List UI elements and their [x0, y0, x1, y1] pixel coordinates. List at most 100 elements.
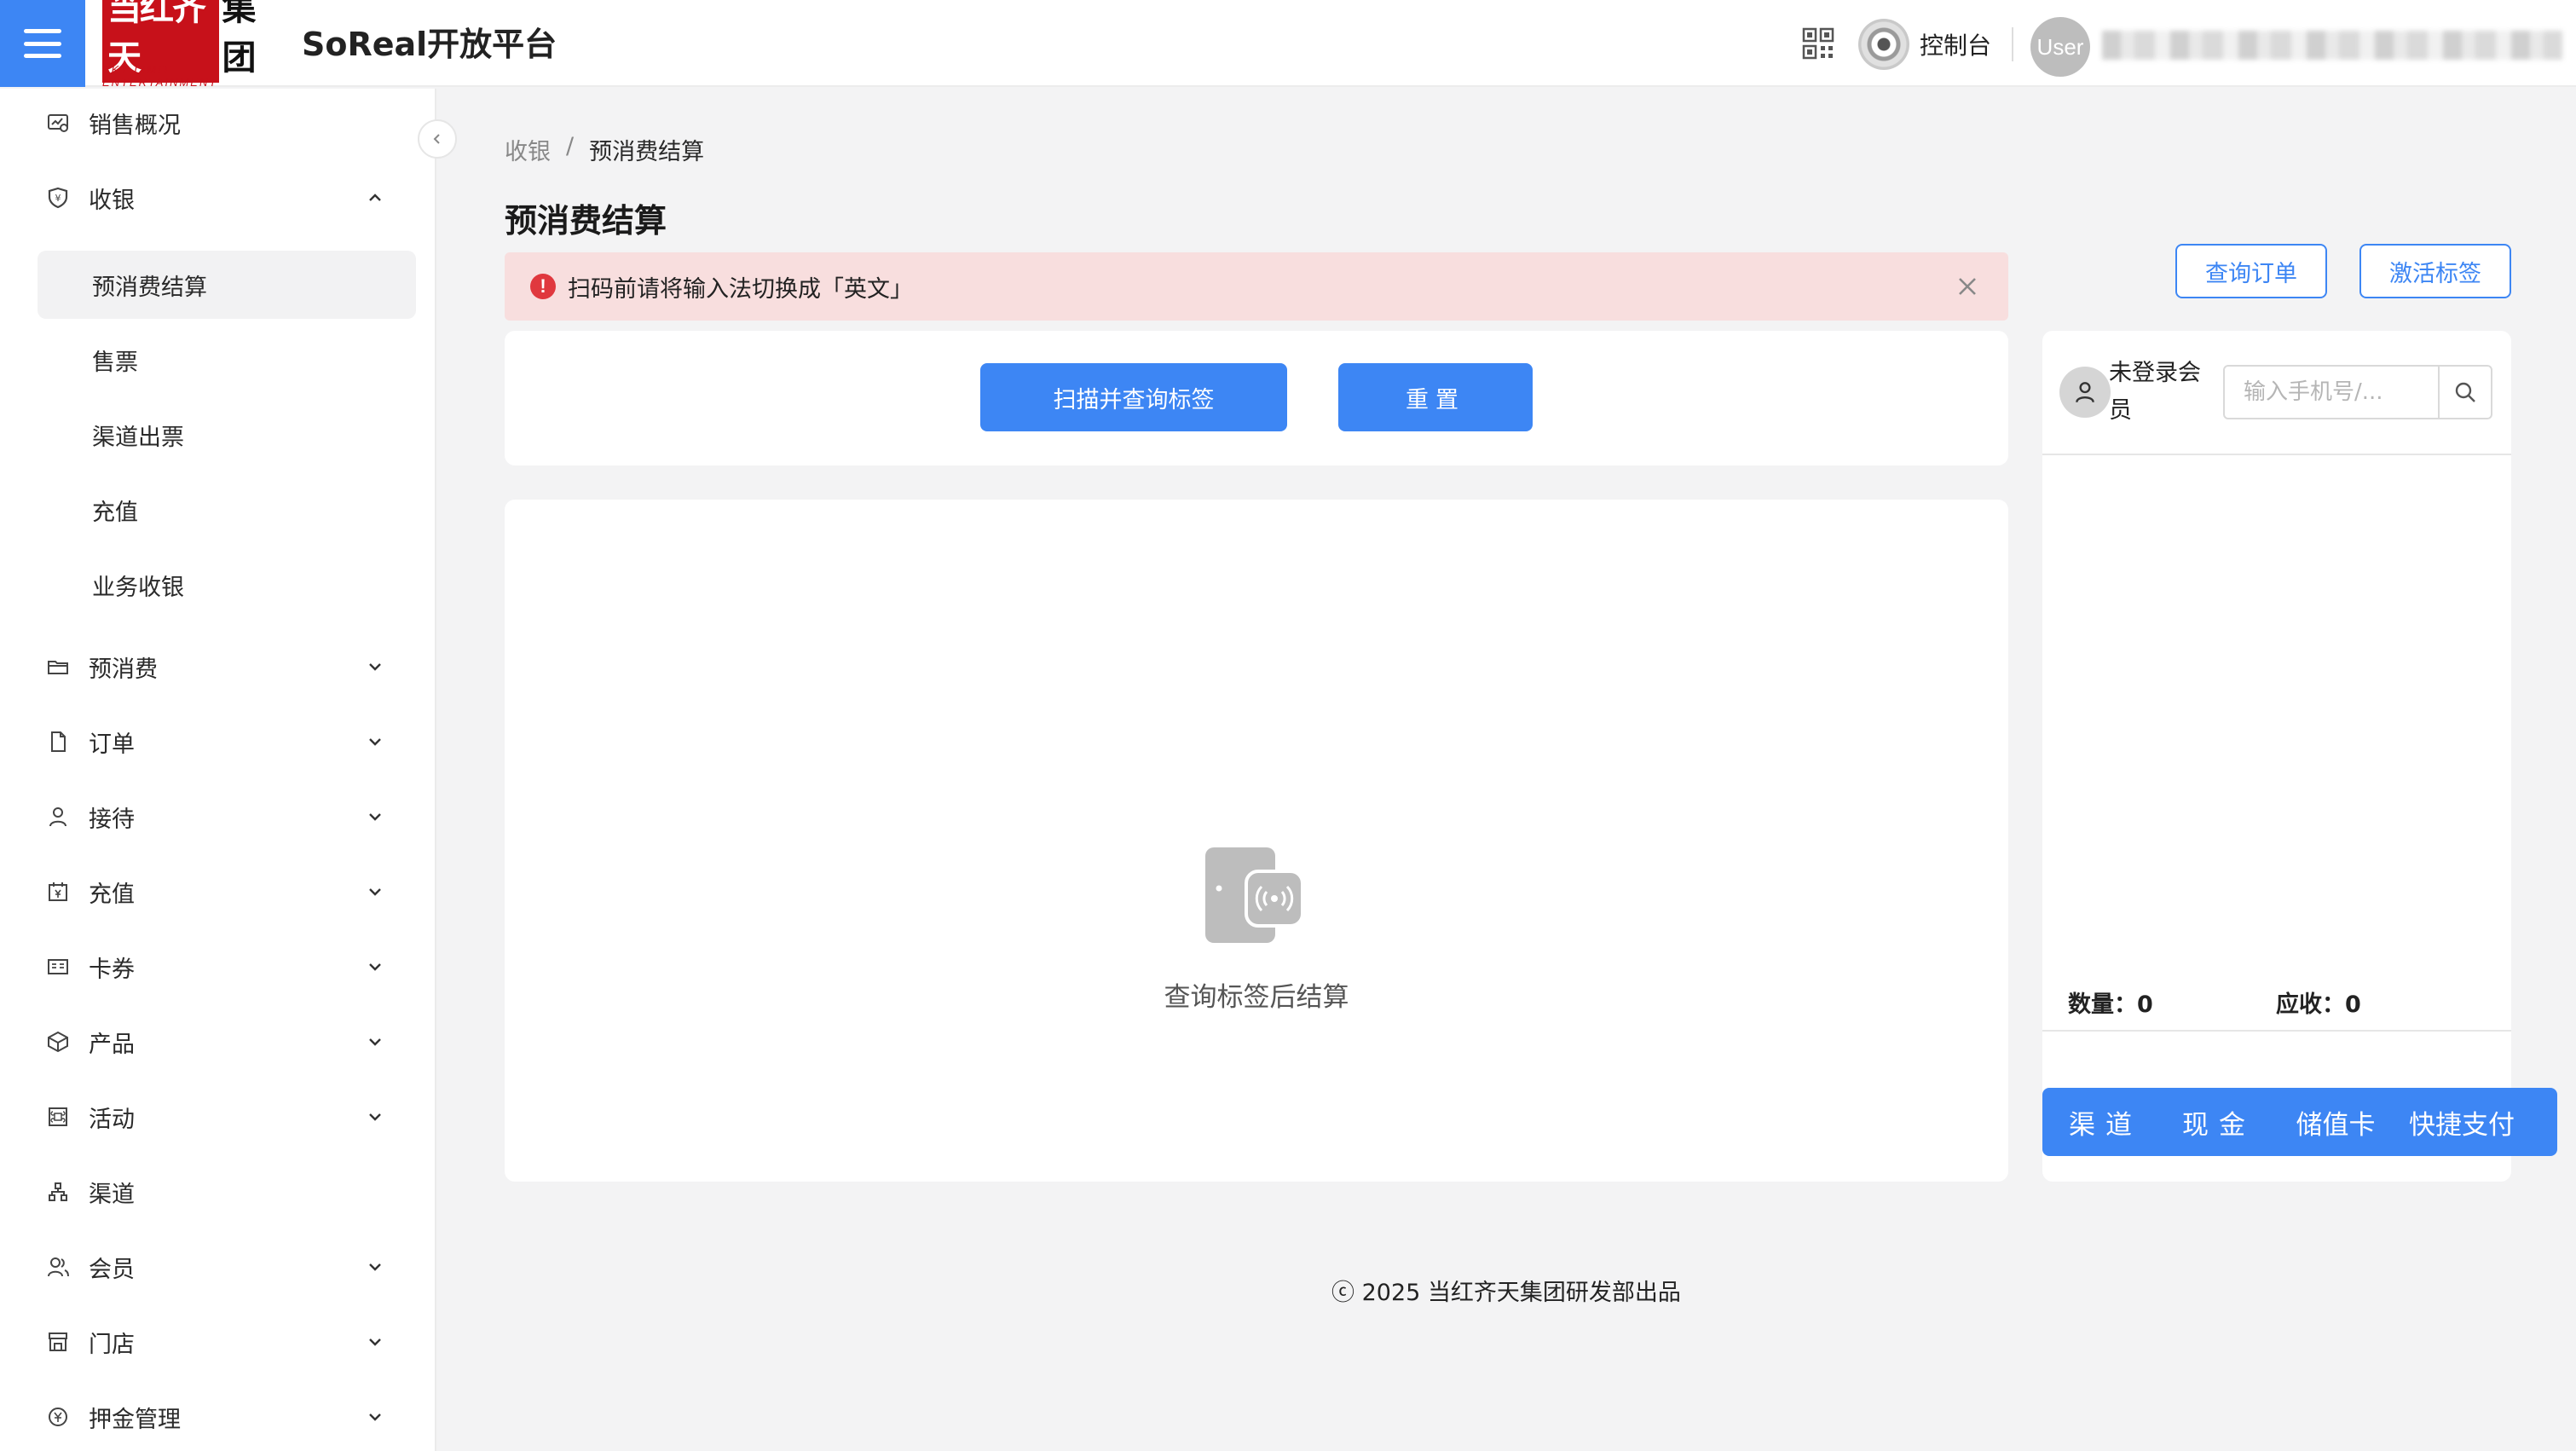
cube-icon — [44, 1028, 72, 1055]
sidebar-collapse-button[interactable] — [418, 119, 457, 159]
chevron-down-icon — [369, 1338, 381, 1346]
sidebar-item-channels[interactable]: 渠道 — [0, 1158, 436, 1226]
chevron-left-icon — [433, 134, 440, 144]
query-order-button[interactable]: 查询订单 — [2175, 244, 2327, 298]
chevron-down-icon — [369, 813, 381, 821]
sidebar-item-topup[interactable]: 充值 — [0, 858, 436, 926]
sidebar-item-label: 押金管理 — [89, 1406, 181, 1433]
chevron-down-icon — [369, 738, 381, 746]
calendar-icon — [44, 878, 72, 905]
chevron-down-icon — [369, 1038, 381, 1046]
user-info-blurred[interactable] — [2102, 31, 2562, 60]
sidebar-item-stores[interactable]: 门店 — [0, 1308, 436, 1376]
pay-cash-button[interactable]: 现金 — [2160, 1088, 2278, 1156]
breadcrumb-current: 预消费结算 — [589, 139, 705, 165]
pay-channel-button[interactable]: 渠道 — [2051, 1088, 2160, 1156]
chevron-down-icon — [369, 963, 381, 971]
sidebar: 销售概况 ¥ 收银 预消费结算 售票 渠道出票 充值 业务收银 预消费 订单 接… — [0, 89, 436, 1451]
sidebar-subitem-channel-ticketing[interactable]: 渠道出票 — [38, 401, 416, 469]
nfc-tag-icon — [1205, 847, 1304, 943]
quantity-summary: 数量：0 — [2068, 986, 2153, 1019]
sidebar-item-reception[interactable]: 接待 — [0, 783, 436, 851]
svg-text:¥: ¥ — [55, 193, 61, 204]
breadcrumb-separator: / — [566, 133, 575, 159]
console-link[interactable]: 控制台 — [1858, 19, 1992, 70]
console-icon — [1858, 19, 1909, 70]
scan-query-tag-button[interactable]: 扫描并查询标签 — [980, 363, 1287, 431]
pay-quick-button[interactable]: 快捷支付 — [2394, 1088, 2530, 1156]
sidebar-item-precharge[interactable]: 预消费 — [0, 633, 436, 701]
sidebar-item-label: 产品 — [89, 1031, 135, 1058]
sidebar-item-cashier[interactable]: ¥ 收银 — [0, 164, 436, 232]
sidebar-item-members[interactable]: 会员 — [0, 1233, 436, 1301]
members-icon — [44, 1253, 72, 1280]
command-icon — [44, 1103, 72, 1130]
sidebar-item-label: 卡券 — [89, 956, 135, 983]
member-header: 未登录会员 — [2042, 331, 2511, 455]
store-icon — [44, 1328, 72, 1356]
user-icon — [44, 803, 72, 830]
sidebar-subitem-recharge[interactable]: 充值 — [38, 476, 416, 544]
card-icon — [44, 953, 72, 980]
empty-state-text: 查询标签后结算 — [1164, 982, 1349, 1013]
breadcrumb-parent[interactable]: 收银 — [505, 133, 551, 166]
quantity-value: 0 — [2137, 991, 2153, 1018]
phone-input[interactable] — [2225, 367, 2438, 418]
sidebar-item-label: 收银 — [89, 187, 135, 214]
member-name: 未登录会员 — [2109, 360, 2201, 424]
console-label: 控制台 — [1920, 32, 1992, 60]
logo-black-text: 集团 — [222, 0, 257, 78]
page-title: 预消费结算 — [505, 202, 667, 240]
result-card: 查询标签后结算 — [505, 500, 2008, 1182]
alert-text: 扫码前请将输入法切换成「英文」 — [568, 275, 913, 303]
phone-search-box — [2223, 365, 2492, 419]
activate-tag-button[interactable]: 激活标签 — [2359, 244, 2511, 298]
sidebar-subitem-business-cashier[interactable]: 业务收银 — [38, 551, 416, 619]
close-icon[interactable] — [1950, 269, 1984, 303]
sidebar-item-label: 接待 — [89, 806, 135, 833]
chevron-down-icon — [369, 1113, 381, 1121]
ime-warning-alert: ! 扫码前请将输入法切换成「英文」 — [505, 252, 2008, 321]
quantity-label: 数量： — [2068, 991, 2137, 1018]
qr-code-icon[interactable] — [1802, 27, 1834, 60]
top-header: 当红齐天 集团 SKY LIMIT ENTERTAINMENT SoReal开放… — [0, 0, 2576, 89]
reset-button[interactable]: 重置 — [1338, 363, 1533, 431]
shield-icon: ¥ — [44, 184, 72, 211]
sidebar-item-label: 渠道 — [89, 1181, 135, 1208]
action-card: 扫描并查询标签 重置 — [505, 331, 2008, 465]
platform-title: SoReal开放平台 — [302, 26, 557, 63]
order-summary: 数量：0 应收：0 — [2042, 975, 2511, 1032]
chevron-down-icon — [369, 888, 381, 896]
sidebar-item-label: 订单 — [89, 731, 135, 758]
deposit-icon — [44, 1403, 72, 1431]
amount-due-summary: 应收：0 — [2276, 986, 2361, 1019]
sidebar-item-sales-overview[interactable]: 销售概况 — [0, 89, 436, 157]
sidebar-item-deposit-management[interactable]: 押金管理 — [0, 1383, 436, 1451]
amount-due-value: 0 — [2345, 991, 2361, 1018]
breadcrumb: 收银 / 预消费结算 — [505, 133, 704, 166]
sidebar-item-label: 预消费 — [89, 656, 158, 683]
sidebar-item-label: 充值 — [89, 881, 135, 908]
sidebar-item-activities[interactable]: 活动 — [0, 1083, 436, 1151]
sales-overview-icon — [44, 109, 72, 136]
chevron-down-icon — [369, 663, 381, 671]
menu-toggle-button[interactable] — [0, 0, 85, 87]
network-icon — [44, 1178, 72, 1205]
header-divider — [2012, 27, 2013, 61]
sidebar-item-coupons[interactable]: 卡券 — [0, 933, 436, 1001]
sidebar-item-label: 门店 — [89, 1331, 135, 1358]
phone-search-button[interactable] — [2438, 367, 2491, 418]
user-avatar[interactable]: User — [2030, 17, 2090, 77]
sidebar-subitem-ticketing[interactable]: 售票 — [38, 326, 416, 394]
chevron-down-icon — [369, 1263, 381, 1271]
document-icon — [44, 728, 72, 755]
footer-copyright: ⓒ 2025 当红齐天集团研发部出品 — [1331, 1280, 1681, 1306]
sidebar-item-products[interactable]: 产品 — [0, 1008, 436, 1076]
folder-icon — [44, 653, 72, 680]
sidebar-item-orders[interactable]: 订单 — [0, 708, 436, 776]
sidebar-item-label: 销售概况 — [89, 112, 181, 139]
search-icon — [2455, 382, 2475, 402]
chevron-down-icon — [369, 1413, 381, 1421]
sidebar-subitem-precharge-settlement[interactable]: 预消费结算 — [38, 251, 416, 319]
pay-stored-card-button[interactable]: 储值卡 — [2278, 1088, 2394, 1156]
